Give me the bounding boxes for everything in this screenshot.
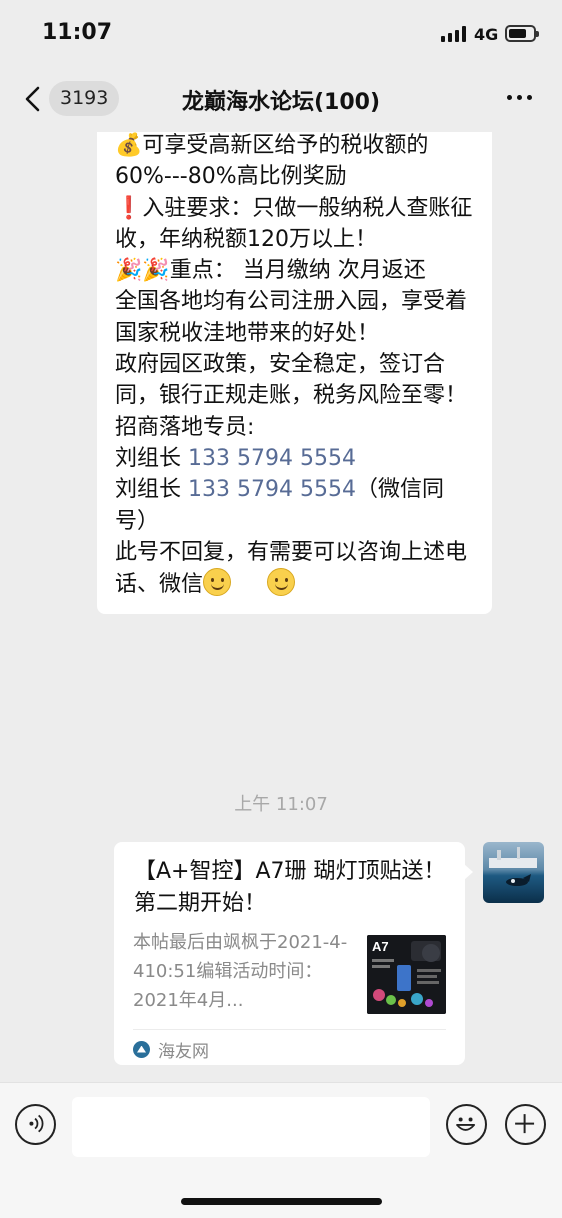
message-text: 招商落地专员: <box>115 414 255 440</box>
link-card-divider <box>133 1029 446 1030</box>
message-timestamp: 上午 11:07 <box>234 794 328 815</box>
status-bar: 11:07 4G <box>0 0 562 66</box>
home-indicator[interactable] <box>181 1198 382 1205</box>
source-logo-icon <box>133 1040 150 1058</box>
message-paragraph: 💰可享受高新区给予的税收额的60%---80%高比例奖励 <box>115 132 474 193</box>
link-card-thumbnail: A7 <box>367 935 446 1014</box>
message-text: 全国各地均有公司注册入园，享受着国家税收洼地带来的好处！ <box>115 289 468 346</box>
phone-link[interactable]: 133 5794 5554 <box>188 477 356 502</box>
phone-link[interactable]: 133 5794 5554 <box>188 446 356 471</box>
link-card-message[interactable]: 【A+智控】A7珊 瑚灯顶贴送！第二期开始！ 本帖最后由飒枫于2021-4-41… <box>114 842 473 1065</box>
voice-input-icon[interactable] <box>15 1104 56 1145</box>
cellular-signal-icon <box>441 26 467 42</box>
contact-line-1: 刘组长 133 5794 5554 <box>115 443 474 474</box>
message-text: 入驻要求：只做一般纳税人查账征收，年纳税额120万以上！ <box>115 195 473 252</box>
link-card-title: 【A+智控】A7珊 瑚灯顶贴送！第二期开始！ <box>134 859 446 916</box>
inline-emoji-icon: ❗ <box>115 195 143 221</box>
source-label: 海友网 <box>158 1041 209 1062</box>
emoji-picker-icon[interactable] <box>446 1104 487 1145</box>
message-paragraph: 招商落地专员: <box>115 412 474 443</box>
status-time: 11:07 <box>42 20 113 45</box>
contact-name: 刘组长 <box>115 477 182 503</box>
message-paragraph: 🎉🎉重点： 当月缴纳 次月返还 <box>115 255 474 286</box>
thumb-label: A7 <box>372 939 389 954</box>
message-paragraph: 全国各地均有公司注册入园，享受着国家税收洼地带来的好处！ <box>115 286 474 349</box>
contact-name: 刘组长 <box>115 445 182 471</box>
link-card-source: 海友网 <box>133 1037 209 1062</box>
message-text: 重点： 当月缴纳 次月返还 <box>169 258 426 284</box>
smile-emoji-icon <box>203 568 232 597</box>
message-paragraph: ❗入驻要求：只做一般纳税人查账征收，年纳税额120万以上！ <box>115 193 474 256</box>
battery-icon <box>505 25 539 42</box>
text-message-bubble[interactable]: 💰可享受高新区给予的税收额的60%---80%高比例奖励 ❗入驻要求：只做一般纳税… <box>97 132 492 615</box>
link-card-description: 本帖最后由飒枫于2021-4-410:51编辑活动时间：2021年4月... <box>133 932 348 1011</box>
chat-header: 3193 龙巅海水论坛(100) <box>0 66 562 132</box>
message-lines: 💰可享受高新区给予的税收额的60%---80%高比例奖励 ❗入驻要求：只做一般纳税… <box>115 132 474 443</box>
message-list[interactable]: 💰可享受高新区给予的税收额的60%---80%高比例奖励 ❗入驻要求：只做一般纳税… <box>0 132 562 1082</box>
message-text: 政府园区政策，安全稳定，签订合同，银行正规走账，税务风险至零！ <box>115 352 468 409</box>
message-paragraph: 政府园区政策，安全稳定，签订合同，银行正规走账，税务风险至零！ <box>115 349 474 412</box>
message-text-input[interactable] <box>72 1097 430 1157</box>
more-options-icon[interactable] <box>505 90 535 106</box>
network-type: 4G <box>474 25 499 44</box>
inline-emoji-icon: 🎉🎉 <box>115 258 170 284</box>
sender-avatar[interactable] <box>483 842 544 903</box>
inline-emoji-icon: 💰 <box>115 133 143 158</box>
message-text: 可享受高新区给予的税收额的60%---80%高比例奖励 <box>115 133 429 190</box>
closing-line: 此号不回复，有需要可以咨询上述电话、微信 <box>115 537 474 601</box>
more-attachments-icon[interactable] <box>505 1104 546 1145</box>
contact-line-2: 刘组长 133 5794 5554（微信同号） <box>115 474 474 537</box>
chat-title: 龙巅海水论坛(100) <box>181 90 381 115</box>
smile-emoji-icon <box>267 568 296 597</box>
